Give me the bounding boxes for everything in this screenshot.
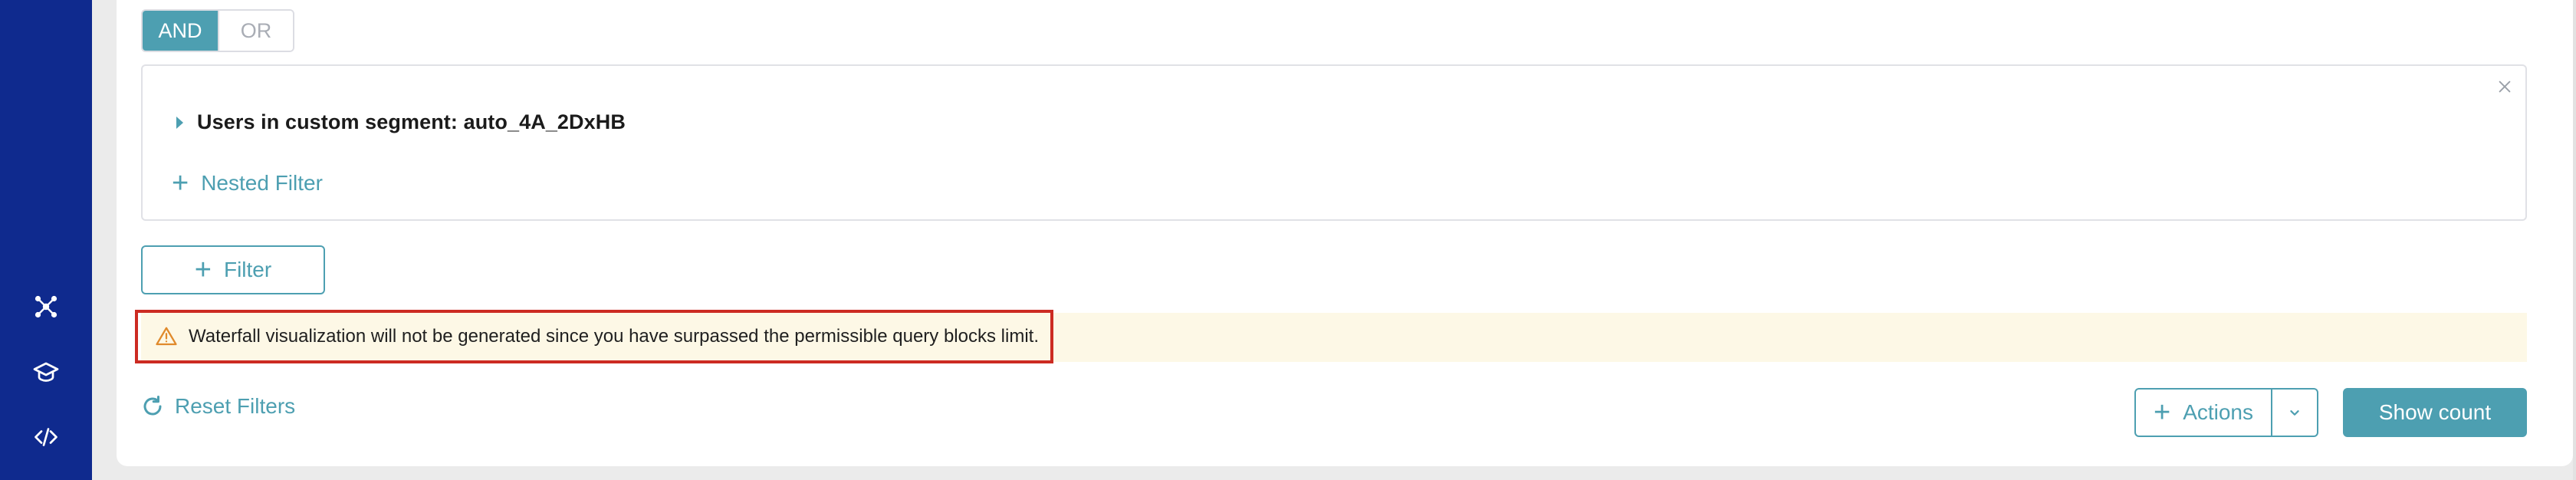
filter-group: Users in custom segment: auto_4A_2DxHB +… bbox=[141, 64, 2527, 221]
add-filter-label: Filter bbox=[223, 258, 272, 281]
warning-text: Waterfall visualization will not be gene… bbox=[189, 326, 1039, 347]
nested-filter-label: Nested Filter bbox=[201, 171, 323, 195]
plus-icon: + bbox=[172, 167, 189, 199]
sidebar bbox=[0, 0, 92, 480]
actions-button[interactable]: + Actions bbox=[2136, 390, 2271, 436]
graduation-cap-icon[interactable] bbox=[29, 356, 63, 390]
and-toggle-button[interactable]: AND bbox=[143, 11, 218, 51]
scrollbar-track[interactable] bbox=[2573, 0, 2576, 480]
plus-icon: + bbox=[194, 254, 212, 286]
actions-label: Actions bbox=[2183, 400, 2254, 424]
add-filter-button[interactable]: + Filter bbox=[141, 245, 325, 294]
reset-filters-label: Reset Filters bbox=[175, 394, 296, 418]
or-toggle-button[interactable]: OR bbox=[218, 11, 293, 51]
segment-filter-label: Users in custom segment: auto_4A_2DxHB bbox=[197, 110, 626, 133]
actions-split-button: + Actions bbox=[2134, 388, 2318, 437]
logic-toggle: AND OR bbox=[141, 9, 294, 52]
show-count-button[interactable]: Show count bbox=[2343, 388, 2527, 437]
caret-right-icon[interactable] bbox=[176, 116, 183, 129]
actions-dropdown-toggle[interactable] bbox=[2271, 390, 2317, 436]
network-icon[interactable] bbox=[29, 290, 63, 324]
warning-message: Waterfall visualization will not be gene… bbox=[135, 310, 1053, 363]
plus-icon: + bbox=[2153, 396, 2171, 429]
warning-icon bbox=[156, 327, 177, 346]
code-icon[interactable] bbox=[29, 420, 63, 454]
close-icon[interactable] bbox=[2492, 74, 2518, 100]
refresh-icon bbox=[143, 396, 162, 416]
segment-filter-row[interactable]: Users in custom segment: auto_4A_2DxHB bbox=[176, 110, 626, 134]
chevron-down-icon bbox=[2290, 410, 2299, 416]
reset-filters-button[interactable]: Reset Filters bbox=[141, 394, 295, 419]
nested-filter-button[interactable]: + Nested Filter bbox=[172, 169, 323, 198]
